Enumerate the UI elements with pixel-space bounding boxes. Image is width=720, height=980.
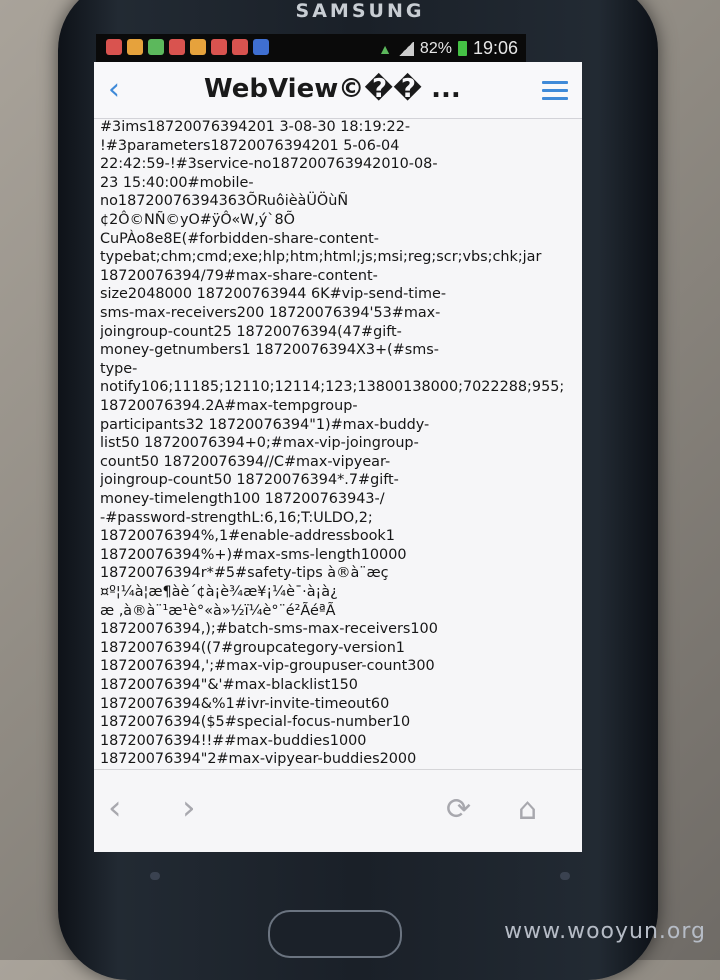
hw-back-key[interactable] [560,872,570,880]
hamburger-menu-icon[interactable] [542,81,568,105]
content-line: 18720076394.2A#max-tempgroup- [100,398,358,414]
content-line: type- [100,360,138,377]
content-line: participants32 18720076394"1)#max-buddy- [100,416,430,433]
content-line: typebat;chm;cmd;exe;hlp;htm;html;js;msi;… [100,249,542,266]
battery-percent: 82% [419,39,452,57]
content-line: joingroup-count25 18720076394(47#gift- [100,323,402,340]
content-line: 18720076394"2#max-vipyear-buddies2000 [100,751,417,766]
page-title: WebView©�� ... [204,74,461,104]
content-line: ¢2Ô©NÑ©yO#ÿÔ«W,ý`8Õ [100,212,295,228]
notification-icon [106,39,122,55]
content-line: 18720076394/79#max-share-content- [100,267,378,284]
hw-menu-key[interactable] [150,872,160,880]
wifi-icon: ▲ [378,40,392,57]
content-line: -#password-strengthL:6,16;T:ULDO,2; [100,509,373,526]
app-bar: ‹ WebView©�� ... [94,62,582,119]
content-line: sms-max-receivers200 18720076394'53#max- [100,305,441,321]
content-line: 18720076394!!##max-buddies1000 [100,732,367,749]
webview-content[interactable]: #3ims18720076394201 3-08-30 18:19:22- !#3… [100,118,570,766]
content-line: #3ims18720076394201 3-08-30 18:19:22- [100,119,411,135]
content-line: 18720076394r*#5#safety-tips à®à¨æç [100,565,389,582]
home-icon[interactable]: ⌂ [518,792,537,827]
content-line: 23 15:40:00#mobile- [100,174,254,191]
browser-nav-bar: ‹ › ⟳ ⌂ [94,769,582,852]
arrow-right-icon[interactable]: › [182,788,196,828]
refresh-icon[interactable]: ⟳ [446,792,471,827]
notification-icon [190,39,206,55]
clock: 19:06 [472,38,518,58]
signal-icon [397,41,414,56]
content-line: list50 18720076394+0;#max-vip-joingroup- [100,435,419,452]
content-line: 18720076394&%1#ivr-invite-timeout60 [100,695,390,712]
content-line: 18720076394"&'#max-blacklist150 [100,677,358,693]
notification-icon [253,39,269,55]
content-line: joingroup-count50 18720076394*.7#gift- [100,472,399,489]
arrow-left-icon[interactable]: ‹ [108,788,122,828]
content-line: 22:42:59-!#3service-no187200763942010-08… [100,156,438,173]
content-line: 18720076394,);#batch-sms-max-receivers10… [100,621,438,638]
content-line: 18720076394%+)#max-sms-length10000 [100,546,407,563]
content-line: 18720076394%,1#enable-addressbook1 [100,528,395,545]
content-line: no18720076394363ÕRuôièàÜÖùÑ [100,193,349,210]
status-right: ▲ 82% 19:06 [378,38,518,59]
content-line: CuPÀo8e8E(#forbidden-share-content- [100,230,379,247]
chevron-left-icon[interactable]: ‹ [108,72,120,107]
notification-icon [148,39,164,55]
content-line: 18720076394,';#max-vip-groupuser-count30… [100,658,435,675]
content-line: notify106;11185;12110;12114;123;13800138… [100,379,565,396]
content-line: 18720076394((7#groupcategory-version1 [100,639,405,656]
notification-icon [211,39,227,55]
notification-icon [169,39,185,55]
brand-logo: SAMSUNG [295,0,425,22]
content-line: ¤º¦¼à¦æ¶àè´¢à¡è¾æ¥¡¼è¯·à¡à¿ [100,584,338,600]
content-line: 18720076394($5#special-focus-number10 [100,714,411,731]
notification-icon [232,39,248,55]
home-hardware-button[interactable] [268,910,402,958]
notification-icons [106,39,269,55]
device-frame: SAMSUNG ▲ 82% 19:06 ‹ WebView©�� ... #3i… [0,0,720,980]
content-line: money-getnumbers1 18720076394X3+(#sms- [100,342,439,359]
app-screen: ‹ WebView©�� ... #3ims18720076394201 3-0… [94,62,582,852]
content-line: size2048000 187200763944 6K#vip-send-tim… [100,286,447,303]
status-bar: ▲ 82% 19:06 [96,34,526,62]
content-line: money-timelength100 187200763943-/ [100,491,385,507]
notification-icon [127,39,143,55]
content-line: !#3parameters18720076394201 5-06-04 [100,137,400,154]
watermark: www.wooyun.org [504,919,706,944]
content-line: count50 18720076394//C#max-vipyear- [100,453,391,470]
content-line: æ ‚à®à¨¹æ¹è°«à»½ï¼è°¨é²ÃéªÃ [100,602,336,619]
battery-icon [457,41,467,56]
